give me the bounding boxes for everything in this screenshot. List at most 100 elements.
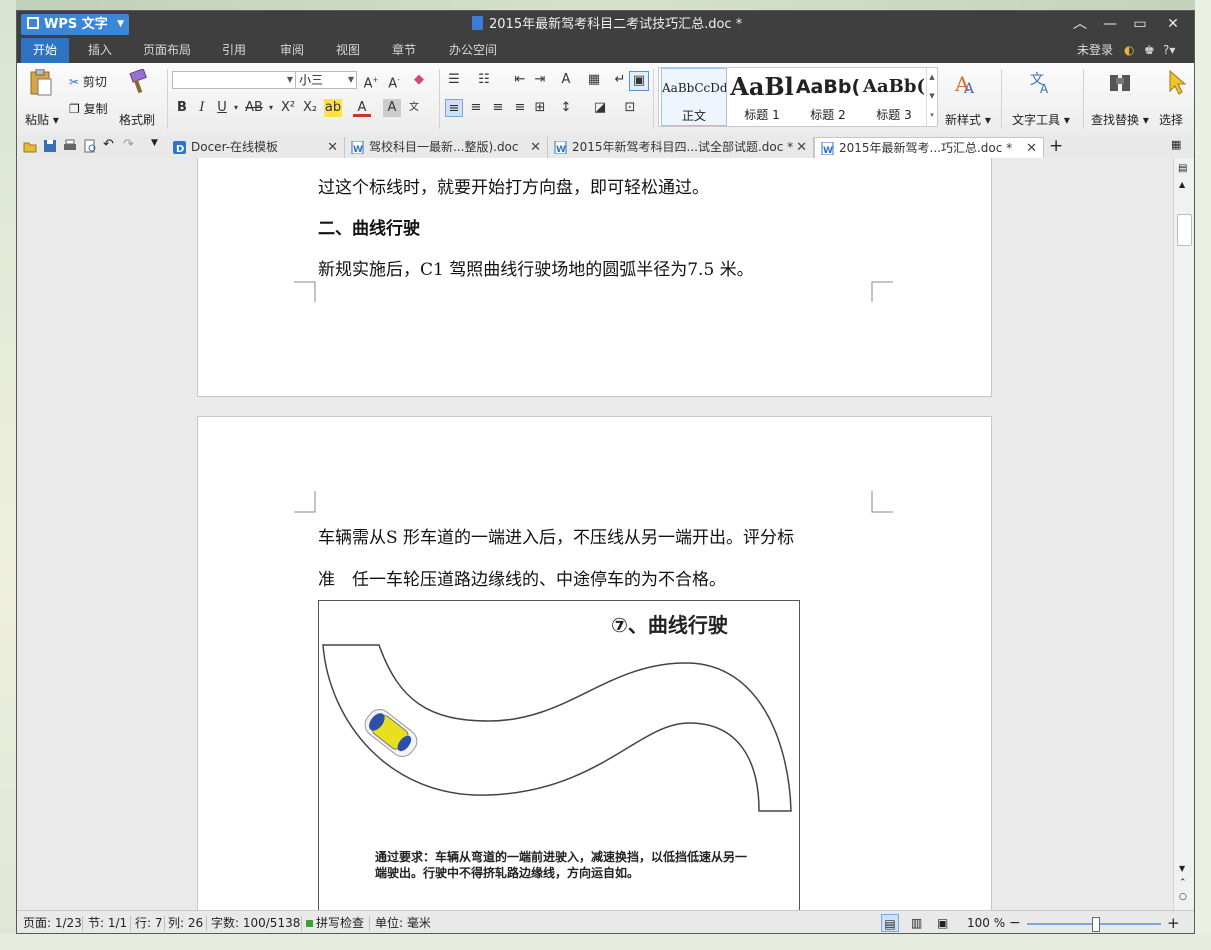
scrollbar-thumb[interactable] — [1177, 214, 1192, 246]
borders-icon[interactable]: ⊡ — [621, 99, 639, 117]
doc-tab-driving-test-4[interactable]: W 2015年新驾考科目四...试全部试题.doc * ✕ — [548, 137, 814, 158]
login-link[interactable]: 未登录 — [1077, 38, 1113, 63]
close-tab-icon[interactable]: ✕ — [327, 137, 338, 158]
open-icon[interactable] — [23, 139, 37, 153]
new-style-icon[interactable]: A A — [953, 69, 979, 95]
style-heading-1[interactable]: AaBl 标题 1 — [729, 68, 795, 126]
zoom-slider-thumb[interactable] — [1092, 917, 1100, 932]
text-tools-button[interactable]: 文字工具 ▾ — [1012, 111, 1070, 128]
quick-access-dropdown-icon[interactable]: ▼ — [151, 138, 165, 152]
cut-button[interactable]: ✂ 剪切 — [69, 73, 107, 90]
phonetic-guide-icon[interactable]: 文 — [405, 99, 423, 117]
new-tab-icon[interactable]: + — [1049, 136, 1067, 156]
table-icon[interactable]: ▦ — [585, 71, 603, 89]
copy-button[interactable]: ❐ 复制 — [69, 100, 108, 117]
style-heading-2[interactable]: AaBb(标题 2 — [795, 68, 861, 126]
distributed-icon[interactable]: ⊞ — [531, 99, 549, 117]
zoom-level[interactable]: 100 % — [967, 911, 1005, 933]
text-tools-icon[interactable]: 文 A — [1029, 69, 1055, 95]
select-button[interactable]: 选择 — [1159, 111, 1183, 128]
page-indicator[interactable]: 页面: 1/23 — [23, 911, 82, 933]
binoculars-icon[interactable] — [1107, 69, 1133, 95]
close-button[interactable]: ✕ — [1158, 11, 1188, 38]
decrease-indent-icon[interactable]: ⇤ — [511, 71, 529, 89]
word-count[interactable]: 字数: 100/5138 — [211, 911, 300, 933]
unit-indicator[interactable]: 单位: 毫米 — [375, 911, 431, 933]
doc-tab-driving-test-2[interactable]: W 2015年最新驾考...巧汇总.doc * ✕ — [814, 137, 1044, 158]
align-center-icon[interactable]: ≡ — [467, 99, 485, 117]
find-replace-button[interactable]: 查找替换 ▾ — [1091, 111, 1149, 128]
justify-icon[interactable]: ≡ — [511, 99, 529, 117]
increase-indent-icon[interactable]: ⇥ — [531, 71, 549, 89]
paragraph-mark-icon[interactable]: ↵ — [611, 71, 629, 89]
spell-check-button[interactable]: 拼写检查 — [306, 911, 364, 933]
ruler-toggle-icon[interactable]: ▤ — [1178, 163, 1190, 175]
print-preview-icon[interactable] — [83, 139, 97, 153]
print-icon[interactable] — [63, 139, 77, 153]
paste-button[interactable]: 粘贴 ▾ — [25, 111, 59, 128]
vertical-scrollbar[interactable]: ▤ ▲ ▼ ⌃○⌄ — [1173, 158, 1194, 916]
doc-tab-docer[interactable]: D Docer-在线模板 ✕ — [167, 137, 345, 158]
text-direction-icon[interactable]: A — [557, 71, 575, 89]
minimize-button[interactable]: — — [1095, 11, 1125, 38]
char-shading-icon[interactable]: A — [383, 99, 401, 117]
align-right-icon[interactable]: ≡ — [489, 99, 507, 117]
undo-icon[interactable]: ↶ — [103, 137, 117, 152]
superscript-icon[interactable]: X² — [279, 99, 297, 117]
bullets-icon[interactable]: ☰ — [445, 71, 463, 89]
increase-font-size-icon[interactable]: A+ — [362, 71, 380, 91]
document-canvas[interactable]: 过这个标线时，就要开始打方向盘，即可轻松通过。 二、曲线行驶 新规实施后，C1 … — [17, 158, 1173, 910]
close-tab-icon[interactable]: ✕ — [1026, 138, 1037, 159]
select-cursor-icon[interactable] — [1167, 69, 1187, 95]
tab-chapter[interactable]: 章节 — [379, 38, 429, 63]
wps-menu-button[interactable]: WPS 文字 ▼ — [21, 14, 129, 35]
maximize-button[interactable]: ▭ — [1125, 11, 1155, 38]
outline-view-icon[interactable]: ▥ — [911, 911, 922, 933]
styles-scroll[interactable]: ▲ ▼ ▾ — [926, 68, 937, 126]
help-icon[interactable]: ?▾ — [1163, 38, 1175, 63]
bold-icon[interactable]: B — [173, 99, 191, 117]
italic-icon[interactable]: I — [193, 99, 211, 117]
tab-page-layout[interactable]: 页面布局 — [135, 38, 199, 63]
tab-list-icon[interactable]: ▦ — [1171, 138, 1185, 152]
doc-tab-driving-test-1[interactable]: W 驾校科目一最新...整版).doc ✕ — [345, 137, 548, 158]
shading-icon[interactable]: ◪ — [591, 99, 609, 117]
show-marks-icon[interactable]: ▣ — [629, 71, 649, 91]
format-painter-icon[interactable] — [127, 69, 149, 95]
decrease-font-size-icon[interactable]: A- — [385, 71, 403, 91]
save-icon[interactable] — [43, 139, 57, 153]
curve-driving-figure[interactable]: ⑦、曲线行驶 通过要求：车辆从弯道的一端前进驶入，减速换挡，以低挡低速从另一端驶… — [318, 600, 800, 910]
tab-references[interactable]: 引用 — [209, 38, 259, 63]
chevron-down-icon[interactable]: ▾ — [262, 99, 280, 117]
tab-home[interactable]: 开始 — [21, 38, 69, 63]
zoom-in-icon[interactable]: + — [1167, 911, 1180, 933]
close-tab-icon[interactable]: ✕ — [796, 137, 807, 158]
scroll-up-icon[interactable]: ▲ — [1179, 180, 1185, 189]
line-spacing-icon[interactable]: ↕ — [557, 99, 575, 117]
tab-review[interactable]: 审阅 — [267, 38, 317, 63]
redo-icon[interactable]: ↷ — [123, 137, 137, 152]
font-color-icon[interactable]: A — [353, 99, 371, 117]
collapse-ribbon-icon[interactable]: ︿ — [1065, 11, 1095, 38]
close-tab-icon[interactable]: ✕ — [530, 137, 541, 158]
page-view-icon[interactable]: ▤ — [881, 914, 899, 932]
font-size-select[interactable]: 小三 ▼ — [295, 71, 357, 89]
tab-view[interactable]: 视图 — [323, 38, 373, 63]
new-style-button[interactable]: 新样式 ▾ — [945, 111, 991, 128]
tab-office-space[interactable]: 办公空间 — [441, 38, 505, 63]
tab-insert[interactable]: 插入 — [75, 38, 125, 63]
skin-icon[interactable]: ◐ — [1124, 38, 1134, 63]
numbering-icon[interactable]: ☷ — [475, 71, 493, 89]
shirt-icon[interactable]: ♚ — [1144, 38, 1155, 63]
format-painter-button[interactable]: 格式刷 — [119, 111, 155, 128]
font-name-select[interactable]: ▼ — [172, 71, 296, 89]
subscript-icon[interactable]: X₂ — [301, 99, 319, 117]
align-left-icon[interactable]: ≡ — [445, 99, 463, 117]
clear-format-icon[interactable]: ◆ — [410, 71, 428, 89]
scroll-down-icon[interactable]: ▼ — [1179, 864, 1185, 873]
style-normal[interactable]: AaBbCcDd 正文 — [661, 68, 727, 126]
zoom-out-icon[interactable]: − — [1009, 911, 1021, 933]
style-heading-3[interactable]: AaBb(标题 3 — [861, 68, 927, 126]
highlight-icon[interactable]: ab — [324, 99, 342, 117]
paste-icon[interactable] — [29, 69, 53, 97]
